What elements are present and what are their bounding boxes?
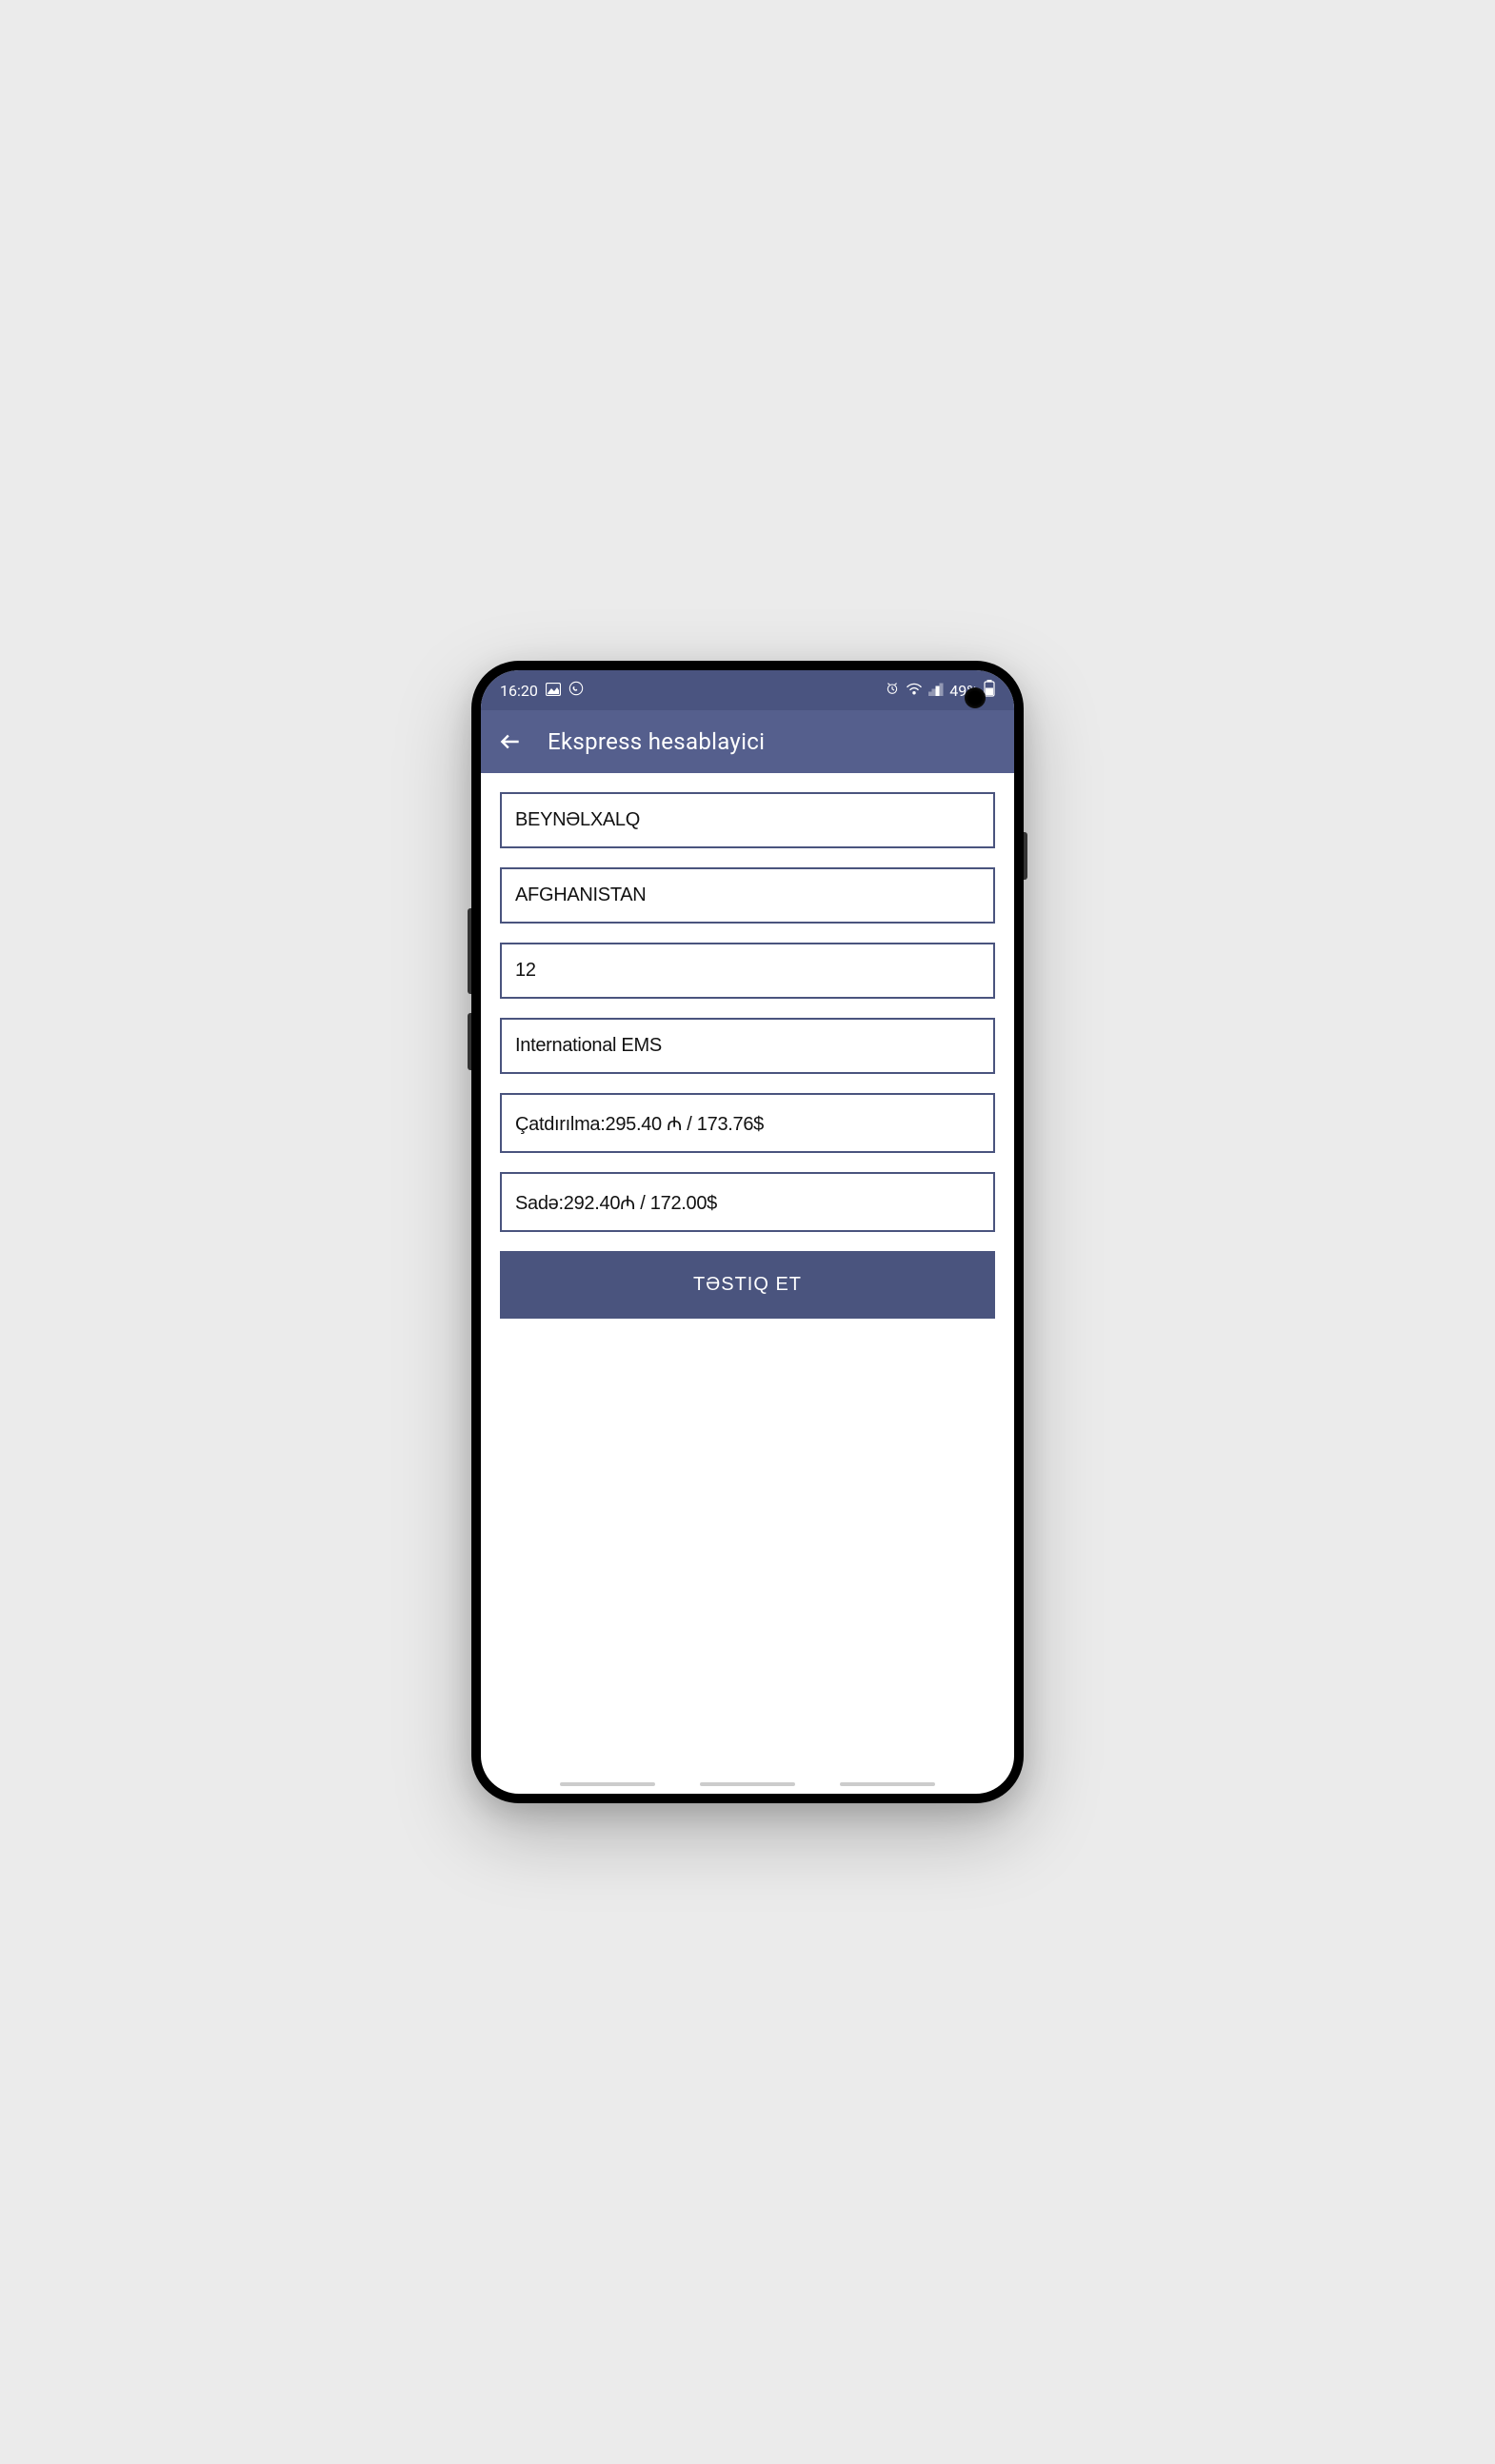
alarm-icon	[885, 681, 900, 700]
back-arrow-icon[interactable]	[498, 729, 523, 754]
status-time: 16:20	[500, 682, 538, 700]
camera-hole	[965, 687, 986, 708]
status-left: 16:20	[500, 681, 584, 700]
nav-home[interactable]	[700, 1782, 795, 1786]
form-content: BEYNƏLXALQ AFGHANISTAN 12 International …	[481, 773, 1014, 1338]
delivery-price-output: Çatdırılma:295.40 ₼ / 173.76$	[500, 1093, 995, 1153]
signal-icon	[928, 682, 944, 700]
image-icon	[546, 682, 561, 700]
phone-screen: 16:20 49%	[481, 670, 1014, 1794]
phone-power-button	[1024, 832, 1027, 880]
delivery-price-value: Çatdırılma:295.40 ₼ / 173.76$	[515, 1114, 764, 1135]
service-select[interactable]: International EMS	[500, 1018, 995, 1074]
weight-value: 12	[515, 960, 536, 981]
whatsapp-icon	[568, 681, 584, 700]
phone-volume-down	[468, 1013, 471, 1070]
confirm-label: TƏSTIQ ET	[693, 1274, 802, 1295]
app-bar: Ekspress hesablayici	[481, 710, 1014, 773]
nav-recents[interactable]	[560, 1782, 655, 1786]
wifi-icon	[906, 682, 923, 700]
status-bar: 16:20 49%	[481, 670, 1014, 710]
country-value: AFGHANISTAN	[515, 884, 646, 905]
confirm-button[interactable]: TƏSTIQ ET	[500, 1251, 995, 1319]
phone-frame: 16:20 49%	[471, 661, 1024, 1803]
nav-bar[interactable]	[481, 1782, 1014, 1786]
basic-price-output: Sadə:292.40₼ / 172.00$	[500, 1172, 995, 1232]
service-value: International EMS	[515, 1035, 662, 1056]
basic-price-value: Sadə:292.40₼ / 172.00$	[515, 1193, 717, 1214]
type-value: BEYNƏLXALQ	[515, 809, 640, 830]
nav-back[interactable]	[840, 1782, 935, 1786]
phone-volume-up	[468, 908, 471, 994]
type-select[interactable]: BEYNƏLXALQ	[500, 792, 995, 848]
weight-input[interactable]: 12	[500, 943, 995, 999]
country-select[interactable]: AFGHANISTAN	[500, 867, 995, 924]
page-title: Ekspress hesablayici	[548, 728, 765, 755]
